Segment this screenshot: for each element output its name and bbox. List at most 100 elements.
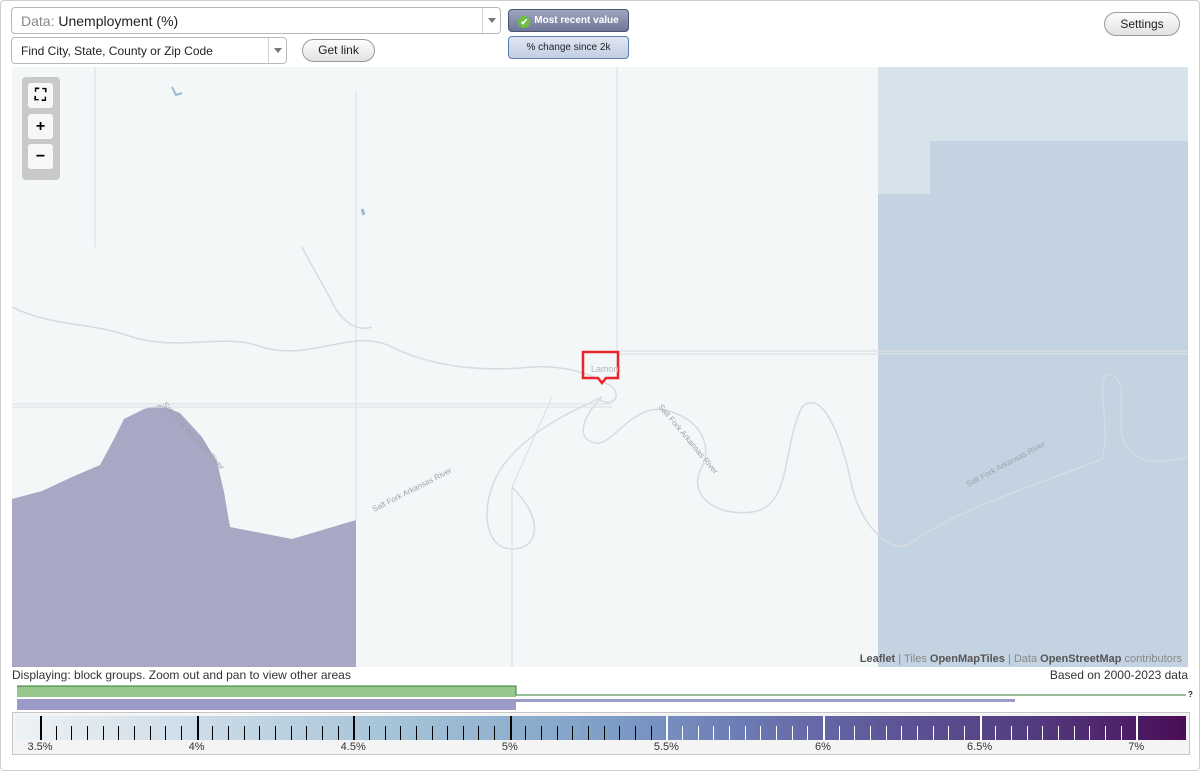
- legend-minor-tick: [368, 726, 370, 740]
- openmaptiles-link[interactable]: OpenMapTiles: [930, 653, 1005, 665]
- legend-minor-tick: [1057, 726, 1059, 740]
- legend-minor-tick: [212, 726, 214, 740]
- legend-major-tick: [979, 716, 982, 740]
- histogram-bar-purple-thin: [516, 699, 1015, 702]
- color-legend[interactable]: 3.5% 4% 4.5% 5% 5.5% 6% 6.5% 7%: [12, 712, 1190, 755]
- legend-minor-tick: [227, 726, 229, 740]
- legend-minor-tick: [869, 726, 871, 740]
- legend-minor-tick: [854, 726, 856, 740]
- river-label-2: Salt Fork Arkansas River: [371, 466, 454, 514]
- legend-label: 4.5%: [340, 741, 366, 753]
- legend-minor-tick: [682, 726, 684, 740]
- legend-label: 5.5%: [653, 741, 679, 753]
- legend-minor-tick: [102, 726, 104, 740]
- legend-label: 5%: [501, 741, 518, 753]
- legend-minor-tick: [337, 726, 339, 740]
- most-recent-label: Most recent value: [534, 15, 619, 26]
- river-label-3: Salt Fork Arkansas River: [656, 403, 720, 476]
- legend-major-tick: [823, 716, 825, 740]
- data-select-label: Data:: [21, 13, 55, 29]
- legend-major-tick: [353, 716, 356, 740]
- legend-label: 6.5%: [967, 741, 993, 753]
- fullscreen-icon[interactable]: ⛶: [28, 83, 53, 108]
- region-purple: [12, 405, 356, 667]
- legend-label: 7%: [1128, 741, 1145, 753]
- legend-histogram: [17, 685, 1186, 710]
- legend-minor-tick: [1104, 726, 1106, 740]
- legend-minor-tick: [603, 726, 605, 740]
- legend-minor-tick: [932, 726, 934, 740]
- legend-minor-tick: [776, 726, 778, 740]
- data-select[interactable]: Data: Unemployment (%): [11, 7, 501, 34]
- legend-minor-tick: [619, 726, 621, 740]
- legend-major-tick: [666, 716, 669, 740]
- tiles-prefix: | Tiles: [898, 653, 927, 665]
- legend-minor-tick: [71, 726, 73, 740]
- legend-minor-tick: [384, 726, 386, 740]
- chevron-down-icon: [268, 38, 286, 63]
- legend-minor-tick: [791, 726, 793, 740]
- most-recent-value-toggle[interactable]: ✔ Most recent value: [508, 9, 629, 32]
- legend-minor-tick: [744, 726, 746, 740]
- unknown-value-mark: ?: [1188, 690, 1193, 699]
- legend-minor-tick: [963, 726, 965, 740]
- legend-minor-tick: [572, 726, 574, 740]
- legend-minor-tick: [588, 726, 590, 740]
- get-link-button[interactable]: Get link: [302, 39, 375, 62]
- settings-button[interactable]: Settings: [1104, 12, 1180, 36]
- legend-minor-tick: [133, 726, 135, 740]
- legend-major-tick: [40, 716, 42, 740]
- zoom-controls: ⛶ + −: [22, 77, 60, 180]
- data-select-value: Unemployment (%): [58, 13, 179, 29]
- legend-minor-tick: [290, 726, 292, 740]
- legend-minor-tick: [713, 726, 715, 740]
- legend-label: 4%: [188, 741, 205, 753]
- legend-minor-tick: [807, 726, 809, 740]
- openstreetmap-link[interactable]: OpenStreetMap: [1040, 653, 1121, 665]
- data-prefix: | Data: [1007, 653, 1038, 665]
- map-attribution: Leaflet | Tiles OpenMapTiles | Data Open…: [860, 653, 1182, 665]
- legend-minor-tick: [1073, 726, 1075, 740]
- display-caption: Displaying: block groups. Zoom out and p…: [12, 668, 351, 682]
- legend-minor-tick: [525, 726, 527, 740]
- legend-minor-tick: [838, 726, 840, 740]
- location-search-input[interactable]: Find City, State, County or Zip Code: [11, 37, 287, 64]
- chevron-down-icon: [482, 8, 500, 33]
- zoom-out-button[interactable]: −: [28, 144, 53, 169]
- legend-minor-tick: [697, 726, 699, 740]
- data-select-text: Data: Unemployment (%): [21, 8, 178, 34]
- legend-major-tick: [509, 716, 512, 740]
- checkmark-icon: ✔: [518, 16, 531, 28]
- legend-minor-tick: [916, 726, 918, 740]
- legend-minor-tick: [149, 726, 151, 740]
- legend-minor-tick: [901, 726, 903, 740]
- legend-minor-tick: [948, 726, 950, 740]
- legend-minor-tick: [243, 726, 245, 740]
- legend-major-tick: [1136, 716, 1139, 740]
- legend-minor-tick: [431, 726, 433, 740]
- legend-minor-tick: [494, 726, 496, 740]
- legend-minor-tick: [1089, 726, 1091, 740]
- legend-minor-tick: [885, 726, 887, 740]
- legend-minor-tick: [462, 726, 464, 740]
- legend-minor-tick: [635, 726, 637, 740]
- legend-minor-tick: [165, 726, 167, 740]
- legend-minor-tick: [55, 726, 57, 740]
- legend-label: 3.5%: [27, 741, 53, 753]
- legend-minor-tick: [478, 726, 480, 740]
- legend-minor-tick: [259, 726, 261, 740]
- legend-minor-tick: [1026, 726, 1028, 740]
- legend-minor-tick: [400, 726, 402, 740]
- zoom-in-button[interactable]: +: [28, 114, 53, 139]
- legend-minor-tick: [650, 726, 652, 740]
- legend-minor-tick: [760, 726, 762, 740]
- town-label: Lamont: [591, 364, 622, 374]
- search-placeholder: Find City, State, County or Zip Code: [21, 44, 213, 58]
- legend-label: 6%: [815, 741, 831, 753]
- histogram-bar-purple: [17, 699, 516, 710]
- map-area[interactable]: Salt Fork Arkansas River Salt Fork Arkan…: [12, 67, 1188, 667]
- legend-minor-tick: [415, 726, 417, 740]
- legend-minor-tick: [180, 726, 182, 740]
- percent-change-toggle[interactable]: % change since 2k: [508, 36, 629, 59]
- leaflet-link[interactable]: Leaflet: [860, 653, 895, 665]
